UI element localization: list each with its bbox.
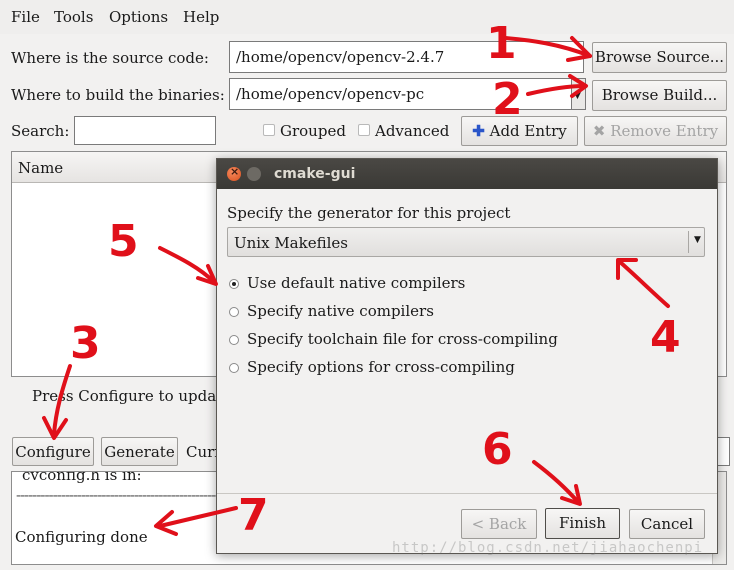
annotation-number-7: 7 bbox=[238, 490, 269, 541]
arrow-4 bbox=[618, 260, 670, 308]
annotation-number-6: 6 bbox=[482, 424, 513, 475]
annotation-overlay: 1 2 3 4 5 6 7 bbox=[42, 18, 681, 541]
arrow-5 bbox=[158, 246, 216, 284]
annotation-number-2: 2 bbox=[492, 74, 523, 125]
annotation-number-4: 4 bbox=[650, 312, 681, 363]
annotation-number-5: 5 bbox=[108, 216, 139, 267]
watermark-text: http://blog.csdn.net/jiahaochenpi bbox=[392, 540, 704, 556]
arrow-6 bbox=[532, 460, 580, 504]
annotation-number-1: 1 bbox=[486, 18, 517, 69]
annotation-number-3: 3 bbox=[70, 318, 101, 369]
